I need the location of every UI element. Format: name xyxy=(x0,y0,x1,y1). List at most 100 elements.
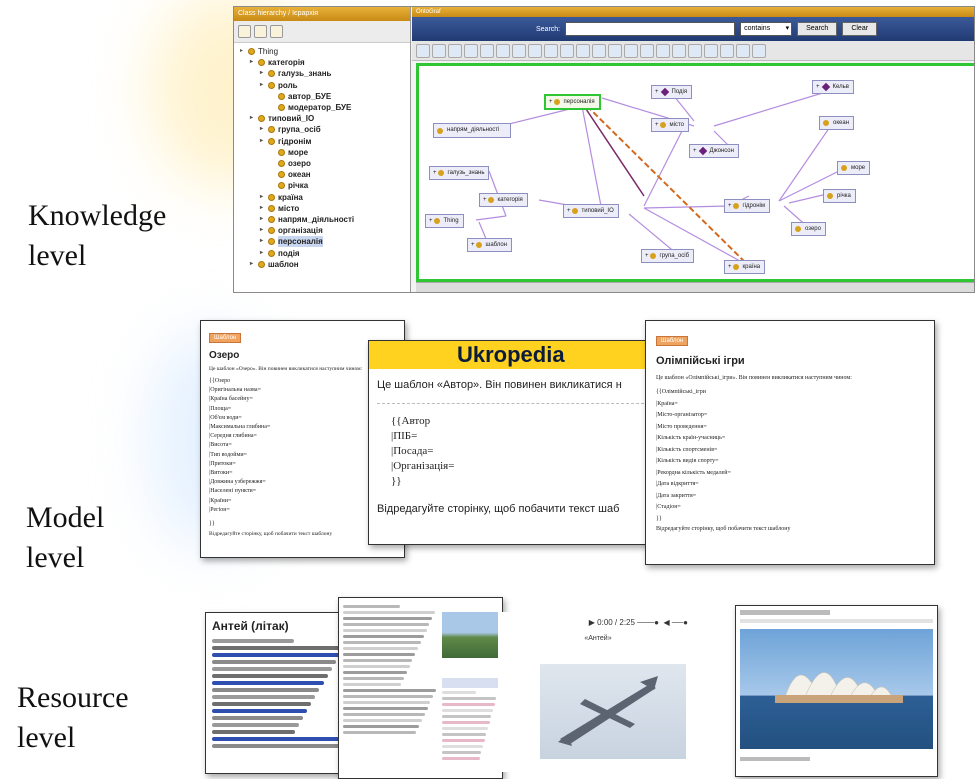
node-kraina[interactable]: + країна xyxy=(724,260,766,274)
node-dzhonson[interactable]: + Джонсон xyxy=(689,144,739,158)
expand-icon[interactable]: ▸ xyxy=(260,136,268,147)
tree-item[interactable]: ▸ галузь_знань xyxy=(260,68,331,79)
node-more[interactable]: море xyxy=(837,161,871,175)
text-line xyxy=(212,646,344,650)
tree-item[interactable]: річка xyxy=(270,180,308,191)
tree-item[interactable]: ▸ гідронім xyxy=(260,136,311,147)
node-misto[interactable]: + місто xyxy=(651,118,689,132)
graph-tool-icon[interactable] xyxy=(544,44,558,58)
expand-icon[interactable]: ▸ xyxy=(260,236,268,247)
search-input[interactable] xyxy=(565,22,736,36)
tree-item[interactable]: море xyxy=(270,147,308,158)
graph-tool-icon[interactable] xyxy=(592,44,606,58)
node-hrupa[interactable]: + група_осіб xyxy=(641,249,695,263)
expand-icon[interactable]: ▸ xyxy=(260,225,268,236)
node-podiya[interactable]: + Подія xyxy=(651,85,693,99)
text-line xyxy=(343,647,419,650)
text-line xyxy=(343,689,437,692)
expand-icon[interactable]: ▸ xyxy=(260,124,268,135)
node-shablon[interactable]: + шаблон xyxy=(467,238,513,252)
graph-tool-icon[interactable] xyxy=(480,44,494,58)
tree-item[interactable]: модератор_БУЕ xyxy=(270,102,351,113)
audio-caption: «Антей» xyxy=(584,635,612,642)
node-kelvin[interactable]: + Кельв xyxy=(812,80,854,94)
tree-item[interactable]: ▸ країна xyxy=(260,192,303,203)
node-hidronim[interactable]: + гідронім xyxy=(724,199,770,213)
graph-tool-icon[interactable] xyxy=(528,44,542,58)
expand-icon[interactable]: ▸ xyxy=(260,68,268,79)
class-icon xyxy=(268,216,275,223)
hierarchy-toolbar xyxy=(234,21,410,43)
expand-icon[interactable]: ▸ xyxy=(260,203,268,214)
expand-icon[interactable]: ▸ xyxy=(250,113,258,124)
node-ozero[interactable]: озеро xyxy=(791,222,826,236)
clear-button[interactable]: Clear xyxy=(842,22,878,36)
graph-tool-icon[interactable] xyxy=(608,44,622,58)
tree-item[interactable]: ▸ роль xyxy=(260,80,298,91)
graph-tool-icon[interactable] xyxy=(496,44,510,58)
tree-item[interactable]: ▸ подія xyxy=(260,248,300,259)
node-napriam[interactable]: напрям_діяльності xyxy=(433,123,511,138)
node-okean[interactable]: океан xyxy=(819,116,855,130)
node-typovyi[interactable]: + типовий_IO xyxy=(563,204,619,218)
class-icon xyxy=(268,81,275,89)
graph-tool-icon[interactable] xyxy=(464,44,478,58)
ontology-graph-canvas[interactable]: + персоналія + Подія + Кельв напрям_діяльно… xyxy=(416,63,974,282)
graph-tool-icon[interactable] xyxy=(432,44,446,58)
tree-item[interactable]: ▸ місто xyxy=(260,203,299,214)
graph-tool-icon[interactable] xyxy=(576,44,590,58)
model-level-label: Model level xyxy=(26,501,105,574)
graph-horizontal-scrollbar[interactable] xyxy=(416,282,974,292)
class-icon xyxy=(278,182,285,190)
node-thing[interactable]: + Thing xyxy=(425,214,464,228)
tree-item[interactable]: ▸ Thing xyxy=(240,46,278,57)
graph-tool-icon[interactable] xyxy=(448,44,462,58)
graph-tool-icon[interactable] xyxy=(656,44,670,58)
expand-icon[interactable]: ▸ xyxy=(260,214,268,225)
add-sibling-icon[interactable] xyxy=(254,25,267,38)
graph-tool-icon[interactable] xyxy=(640,44,654,58)
audio-player[interactable]: ▶ 0:00 / 2:25 ───● ◀ ──● xyxy=(498,612,698,627)
tree-item[interactable]: автор_БУЕ xyxy=(270,91,331,102)
node-richka[interactable]: річка xyxy=(823,189,856,203)
node-haluz[interactable]: + галузь_знань xyxy=(429,166,490,180)
delete-class-icon[interactable] xyxy=(270,25,283,38)
text-line xyxy=(442,721,490,724)
text-line xyxy=(343,617,433,620)
tree-item[interactable]: ▸ група_осіб xyxy=(260,124,321,135)
expand-icon[interactable]: ▸ xyxy=(260,248,268,259)
tree-item[interactable]: ▸ типовий_IO xyxy=(250,113,314,124)
graph-tool-icon[interactable] xyxy=(512,44,526,58)
graph-tool-icon[interactable] xyxy=(560,44,574,58)
graph-tool-icon[interactable] xyxy=(720,44,734,58)
tree-item[interactable]: океан xyxy=(270,169,311,180)
edge xyxy=(643,130,683,207)
add-subclass-icon[interactable] xyxy=(238,25,251,38)
article-title xyxy=(740,610,830,615)
expand-icon[interactable]: ▸ xyxy=(250,57,258,68)
node-personalia[interactable]: + персоналія xyxy=(544,94,601,110)
tree-item[interactable]: озеро xyxy=(270,158,311,169)
graph-tool-icon[interactable] xyxy=(704,44,718,58)
expand-icon[interactable]: ▸ xyxy=(240,46,248,57)
tree-item[interactable]: ▸ категорія xyxy=(250,57,305,68)
graph-tool-icon[interactable] xyxy=(416,44,430,58)
expand-icon[interactable]: ▸ xyxy=(260,192,268,203)
search-button[interactable]: Search xyxy=(797,22,838,36)
expand-icon[interactable]: ▸ xyxy=(250,259,258,270)
ontograf-title: OntoGraf xyxy=(412,7,974,17)
graph-tool-icon[interactable] xyxy=(736,44,750,58)
expand-icon[interactable]: ▸ xyxy=(260,80,268,91)
tree-item[interactable]: ▸ організація xyxy=(260,225,323,236)
graph-tool-icon[interactable] xyxy=(672,44,686,58)
tree-item[interactable]: ▸ персоналія xyxy=(260,236,323,248)
tree-item[interactable]: ▸ напрям_діяльності xyxy=(260,214,354,225)
node-kategoriya[interactable]: + категорія xyxy=(479,193,528,207)
graph-tool-icon[interactable] xyxy=(624,44,638,58)
tree-item[interactable]: ▸ шаблон xyxy=(250,259,299,270)
graph-tool-icon[interactable] xyxy=(688,44,702,58)
graph-tool-icon[interactable] xyxy=(752,44,766,58)
class-icon xyxy=(258,59,265,67)
text-line xyxy=(343,701,431,704)
search-mode-select[interactable]: contains xyxy=(740,22,793,36)
